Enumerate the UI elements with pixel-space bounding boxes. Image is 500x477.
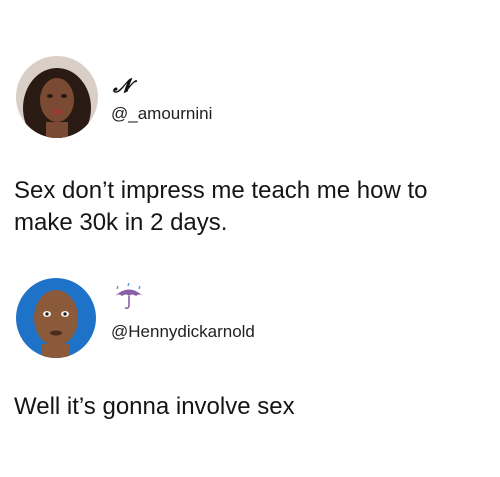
avatar[interactable]	[16, 56, 98, 138]
display-name[interactable]: 𝓝	[113, 77, 131, 96]
tweet-1: 𝓝 @_amournini Sex don’t impress me teach…	[0, 0, 500, 270]
tweet-2: @Hennydickarnold Well it’s gonna involve…	[0, 270, 500, 477]
avatar[interactable]	[16, 278, 96, 358]
handle[interactable]: @_amournini	[111, 105, 212, 122]
handle[interactable]: @Hennydickarnold	[111, 323, 255, 340]
umbrella-rain-icon	[112, 282, 146, 311]
avatar-image	[16, 278, 96, 358]
tweet-text: Well it’s gonna involve sex	[14, 393, 295, 420]
avatar-image	[16, 56, 98, 138]
tweet-text: Sex don’t impress me teach me how to mak…	[14, 177, 428, 236]
